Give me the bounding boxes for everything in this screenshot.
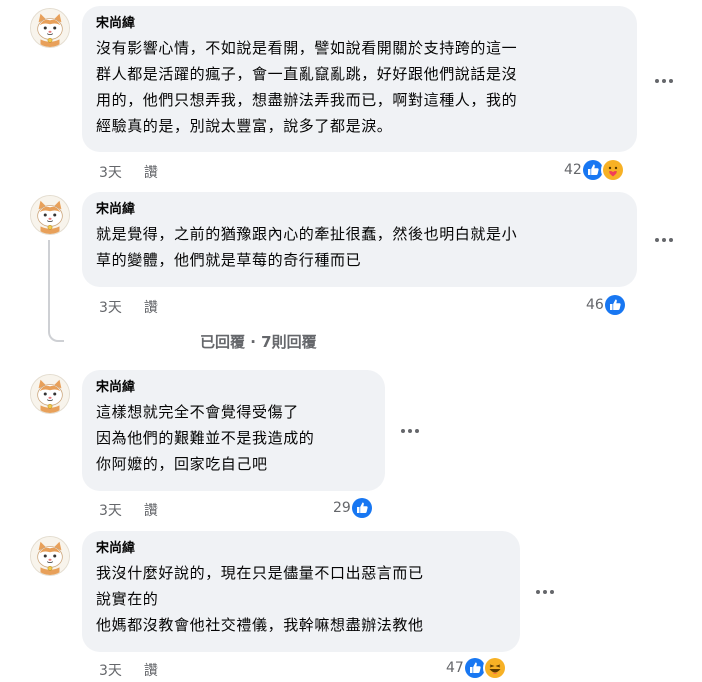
like-button[interactable]: 讚 <box>144 300 158 316</box>
like-button[interactable]: 讚 <box>144 165 158 181</box>
comment-author[interactable]: 宋尚緯 <box>96 201 623 219</box>
avatar[interactable] <box>30 195 70 235</box>
comment-text-line: 他媽都沒教會他社交禮儀，我幹嘛想盡辦法教他 <box>96 616 424 634</box>
comment-bubble: 宋尚緯 沒有影響心情，不如說是看開，譬如說看開關於支持跨的這一 群人都是活躍的瘋… <box>82 6 637 152</box>
reaction-count: 29 <box>333 500 351 516</box>
comment-text-line: 你阿嬤的，回家吃自己吧 <box>96 455 268 473</box>
like-button[interactable]: 讚 <box>144 663 158 679</box>
comment-text-line: 群人都是活躍的瘋子，會一直亂竄亂跳，好好跟他們說話是沒 <box>96 65 518 83</box>
care-icon <box>600 158 625 182</box>
comment-meta: 3天 讚 <box>99 500 158 520</box>
comment-text-line: 經驗真的是，別說太豐富，說多了都是淚。 <box>96 117 393 135</box>
reaction-summary[interactable]: 29 <box>333 496 374 520</box>
reaction-count: 47 <box>446 660 464 676</box>
avatar[interactable] <box>30 374 70 414</box>
comment-author[interactable]: 宋尚緯 <box>96 540 506 558</box>
haha-icon <box>482 656 507 680</box>
view-replies-link[interactable]: 已回覆 · 7則回覆 <box>200 331 317 352</box>
comment-text-line: 因為他們的艱難並不是我造成的 <box>96 429 315 447</box>
like-icon <box>349 496 374 520</box>
comment-author[interactable]: 宋尚緯 <box>96 15 623 33</box>
comment-meta: 3天 讚 <box>99 660 158 680</box>
comment-timestamp[interactable]: 3天 <box>99 300 122 316</box>
reaction-count: 42 <box>564 162 582 178</box>
comment-timestamp[interactable]: 3天 <box>99 503 122 519</box>
avatar[interactable] <box>30 536 70 576</box>
reaction-count: 46 <box>586 297 604 313</box>
more-options-icon[interactable] <box>531 578 559 606</box>
more-options-icon[interactable] <box>396 417 424 445</box>
comment-meta: 3天 讚 <box>99 162 158 182</box>
avatar[interactable] <box>30 8 70 48</box>
comment-bubble: 宋尚緯 這樣想就完全不會覺得受傷了 因為他們的艱難並不是我造成的 你阿嬤的，回家… <box>82 370 385 491</box>
more-options-icon[interactable] <box>650 67 678 95</box>
thread-connector <box>48 240 64 342</box>
comment-text-line: 草的變體，他們就是草莓的奇行種而已 <box>96 251 362 269</box>
comment-text-line: 就是覺得，之前的猶豫跟內心的牽扯很蠢，然後也明白就是小 <box>96 225 518 243</box>
comment-bubble: 宋尚緯 就是覺得，之前的猶豫跟內心的牽扯很蠢，然後也明白就是小 草的變體，他們就… <box>82 192 637 287</box>
comment-text-line: 用的，他們只想弄我，想盡辦法弄我而已，啊對這種人，我的 <box>96 91 518 109</box>
like-icon <box>602 293 627 317</box>
comment-timestamp[interactable]: 3天 <box>99 663 122 679</box>
reaction-summary[interactable]: 47 <box>446 656 507 680</box>
comment-text-line: 沒有影響心情，不如說是看開，譬如說看開關於支持跨的這一 <box>96 39 518 57</box>
comment-text-line: 說實在的 <box>96 590 159 608</box>
like-button[interactable]: 讚 <box>144 503 158 519</box>
reaction-summary[interactable]: 46 <box>586 293 627 317</box>
comment-text-line: 這樣想就完全不會覺得受傷了 <box>96 403 299 421</box>
comment-text-line: 我沒什麼好說的，現在只是儘量不口出惡言而已 <box>96 564 424 582</box>
more-options-icon[interactable] <box>650 226 678 254</box>
reaction-summary[interactable]: 42 <box>564 158 625 182</box>
comment-timestamp[interactable]: 3天 <box>99 165 122 181</box>
comment-bubble: 宋尚緯 我沒什麼好說的，現在只是儘量不口出惡言而已 說實在的 他媽都沒教會他社交… <box>82 531 520 652</box>
comment-meta: 3天 讚 <box>99 297 158 317</box>
comment-author[interactable]: 宋尚緯 <box>96 379 371 397</box>
